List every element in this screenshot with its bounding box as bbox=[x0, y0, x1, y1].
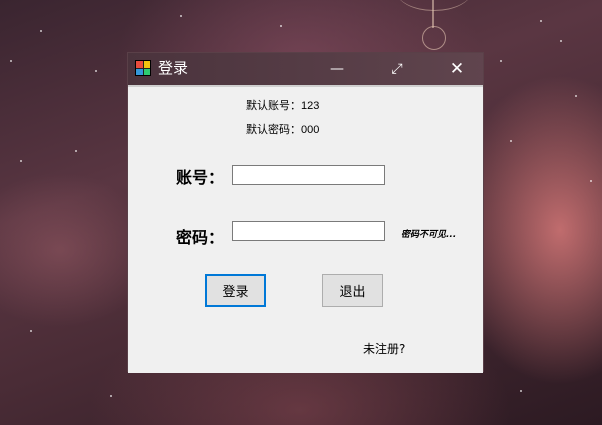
client-area: 默认账号：123 默认密码：000 账号： 密码： 密码不可见... 登录 退出… bbox=[128, 85, 483, 373]
default-account-hint: 默认账号：123 bbox=[246, 100, 320, 112]
exit-button[interactable]: 退出 bbox=[322, 274, 383, 307]
minimize-button[interactable]: — bbox=[314, 53, 360, 85]
title-bar[interactable]: 登录 — ⤢ ✕ bbox=[128, 53, 483, 85]
login-window: 登录 — ⤢ ✕ 默认账号：123 默认密码：000 账号： 密码： 密码不可见… bbox=[127, 52, 484, 373]
default-password-hint: 默认密码：000 bbox=[246, 124, 320, 136]
close-icon: ✕ bbox=[449, 59, 465, 79]
password-input[interactable] bbox=[232, 221, 385, 241]
minimize-icon: — bbox=[330, 61, 344, 77]
window-title: 登录 bbox=[158, 59, 189, 77]
register-link[interactable]: 未注册? bbox=[363, 340, 405, 357]
wallpaper-ornament-line bbox=[432, 0, 434, 28]
maximize-icon: ⤢ bbox=[391, 61, 403, 77]
password-hidden-note: 密码不可见... bbox=[401, 230, 457, 240]
account-label: 账号： bbox=[176, 168, 225, 187]
login-button[interactable]: 登录 bbox=[205, 274, 266, 307]
account-input[interactable] bbox=[232, 165, 385, 185]
wallpaper-ornament-knot bbox=[422, 26, 446, 50]
wallpaper-ornament bbox=[396, 0, 472, 11]
close-button[interactable]: ✕ bbox=[434, 53, 480, 85]
maximize-button[interactable]: ⤢ bbox=[374, 53, 420, 85]
app-icon bbox=[135, 60, 151, 76]
password-label: 密码： bbox=[176, 228, 225, 247]
